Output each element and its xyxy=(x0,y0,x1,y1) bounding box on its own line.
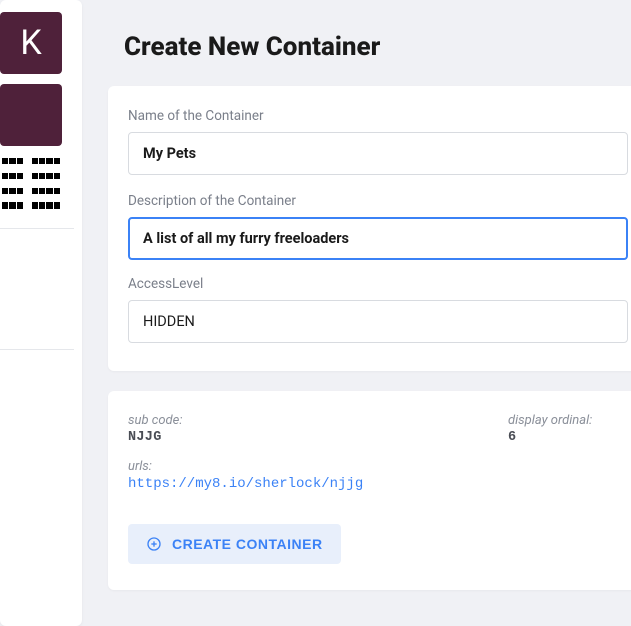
url-value: https://my8.io/sherlock/njjg xyxy=(128,476,628,492)
ordinal-col: display ordinal: 6 xyxy=(508,413,628,445)
sidebar-tile-letter-k[interactable]: K xyxy=(0,12,62,74)
subcode-label: sub code: xyxy=(128,413,182,428)
meta-card: sub code: NJJG display ordinal: 6 urls: … xyxy=(108,391,631,590)
ordinal-label: display ordinal: xyxy=(508,413,592,428)
subcode-value: NJJG xyxy=(128,430,182,445)
create-button-label: CREATE CONTAINER xyxy=(172,536,323,552)
ordinal-value: 6 xyxy=(508,430,516,445)
subcode-col: sub code: NJJG xyxy=(128,413,182,445)
sidebar-tile-letter: K xyxy=(20,23,41,63)
page-title: Create New Container xyxy=(108,0,631,86)
form-card: Name of the Container Description of the… xyxy=(108,86,631,371)
access-level-input[interactable] xyxy=(128,300,628,343)
urls-col: urls: https://my8.io/sherlock/njjg xyxy=(128,459,628,524)
create-container-button[interactable]: CREATE CONTAINER xyxy=(128,524,341,564)
sidebar-divider xyxy=(0,349,74,350)
access-level-label: AccessLevel xyxy=(128,276,628,292)
plus-circle-icon xyxy=(146,536,162,552)
sidebar: K xyxy=(0,0,82,626)
sidebar-tile-qr[interactable] xyxy=(0,156,62,218)
main-content: Create New Container Name of the Contain… xyxy=(108,0,631,610)
sidebar-divider xyxy=(0,228,74,229)
description-input[interactable] xyxy=(128,217,628,260)
meta-row: sub code: NJJG display ordinal: 6 xyxy=(128,413,628,445)
qr-icon xyxy=(2,158,60,216)
urls-label: urls: xyxy=(128,459,628,474)
description-label: Description of the Container xyxy=(128,193,628,209)
sidebar-tile-blank[interactable] xyxy=(0,84,62,146)
name-input[interactable] xyxy=(128,132,628,175)
name-label: Name of the Container xyxy=(128,108,628,124)
